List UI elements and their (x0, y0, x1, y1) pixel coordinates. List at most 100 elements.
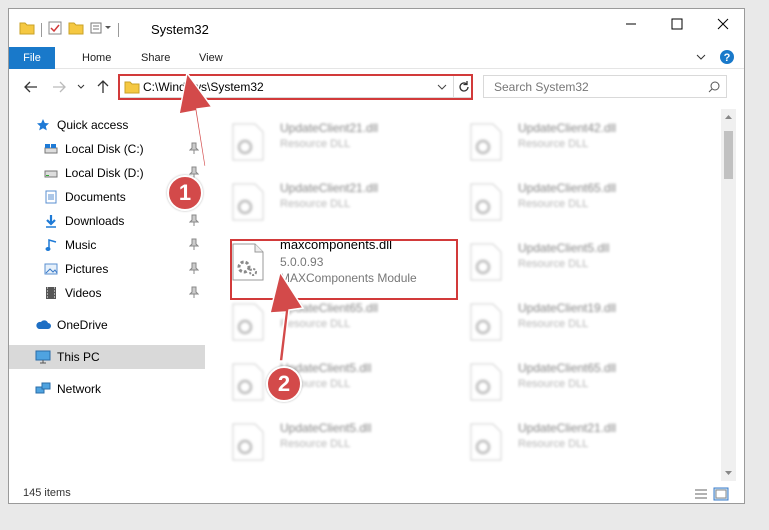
sidebar-item-pictures[interactable]: Pictures (9, 257, 205, 281)
file-name: UpdateClient65.dll (280, 301, 379, 315)
ribbon-tabs: File Home Share View ? (9, 47, 744, 69)
file-description: Resource DLL (518, 258, 589, 270)
sidebar-item-local-disk-c[interactable]: Local Disk (C:) (9, 137, 205, 161)
customize-toolbar-icon[interactable] (90, 21, 112, 40)
large-icons-view-icon[interactable] (713, 487, 729, 501)
chevron-down-icon (77, 84, 85, 89)
tab-home[interactable]: Home (82, 47, 111, 69)
folder-icon[interactable] (19, 21, 35, 40)
search-box[interactable]: Search System32 (483, 75, 727, 98)
file-item[interactable]: UpdateClient19.dll Resource DLL (443, 295, 669, 347)
file-description: Resource DLL (280, 318, 351, 330)
minimize-button[interactable] (608, 9, 654, 39)
pin-icon[interactable] (189, 286, 199, 298)
back-button[interactable] (21, 77, 41, 97)
forward-arrow-icon (53, 81, 66, 93)
drive-icon (43, 165, 59, 181)
file-item[interactable]: UpdateClient65.dll Resource DLL (443, 355, 669, 407)
expand-ribbon-icon[interactable] (695, 50, 707, 68)
search-placeholder: Search System32 (494, 80, 589, 94)
properties-icon[interactable] (48, 21, 62, 40)
minimize-icon (626, 23, 636, 25)
sidebar-item-downloads[interactable]: Downloads (9, 209, 205, 233)
sidebar-item-network[interactable]: Network (9, 377, 205, 401)
title-bar: System32 (9, 9, 744, 47)
sidebar-item-label: OneDrive (57, 318, 108, 332)
file-item[interactable]: UpdateClient21.dll Resource DLL (443, 415, 669, 467)
computer-icon (35, 349, 51, 365)
sidebar-item-videos[interactable]: Videos (9, 281, 205, 305)
sidebar-item-onedrive[interactable]: OneDrive (9, 313, 205, 337)
tab-file[interactable]: File (9, 47, 55, 69)
scroll-up-icon[interactable] (721, 111, 736, 123)
dll-file-icon (470, 123, 502, 161)
pin-icon[interactable] (189, 142, 199, 154)
star-icon (35, 117, 51, 133)
file-description: Resource DLL (280, 438, 351, 450)
file-highlight-box (230, 239, 458, 300)
quick-access-toolbar (19, 21, 119, 39)
dll-file-icon (470, 243, 502, 281)
tab-share[interactable]: Share (141, 47, 170, 69)
documents-icon (43, 189, 59, 205)
navigation-bar: C:\Windows\System32 Search System32 (9, 69, 744, 103)
file-item[interactable]: UpdateClient5.dll Resource DLL (443, 235, 669, 287)
sidebar-item-label: Quick access (57, 118, 129, 132)
pin-icon[interactable] (189, 262, 199, 274)
sidebar-item-label: Videos (65, 286, 102, 300)
file-name: UpdateClient19.dll (518, 301, 617, 315)
up-arrow-icon (97, 80, 109, 93)
file-item[interactable]: UpdateClient21.dll Resource DLL (205, 175, 431, 227)
sidebar-item-quick-access[interactable]: Quick access (9, 113, 205, 137)
sidebar-item-label: Local Disk (C:) (65, 142, 144, 156)
pictures-icon (43, 261, 59, 277)
help-icon[interactable]: ? (719, 49, 735, 70)
vertical-scrollbar[interactable] (721, 109, 736, 481)
download-icon (43, 213, 59, 229)
recent-locations-button[interactable] (75, 77, 87, 97)
file-description: Resource DLL (280, 198, 351, 210)
forward-button[interactable] (49, 77, 69, 97)
file-item[interactable]: UpdateClient21.dll Resource DLL (205, 115, 431, 167)
details-view-icon[interactable] (693, 487, 709, 501)
file-description: Resource DLL (518, 438, 589, 450)
file-name: UpdateClient42.dll (518, 121, 617, 135)
maximize-button[interactable] (654, 9, 700, 39)
scrollbar-thumb[interactable] (724, 131, 733, 179)
file-name: UpdateClient65.dll (518, 361, 617, 375)
dll-file-icon (470, 423, 502, 461)
music-icon (43, 237, 59, 253)
sidebar-item-label: Documents (65, 190, 126, 204)
file-description: Resource DLL (518, 138, 589, 150)
file-item[interactable]: UpdateClient65.dll Resource DLL (205, 295, 431, 347)
sidebar-item-label: Downloads (65, 214, 125, 228)
sidebar-item-label: Pictures (65, 262, 109, 276)
file-description: Resource DLL (280, 138, 351, 150)
file-item[interactable]: UpdateClient5.dll Resource DLL (205, 355, 431, 407)
item-count: 145 items (23, 487, 71, 499)
file-item[interactable]: UpdateClient5.dll Resource DLL (205, 415, 431, 467)
dll-file-icon (232, 123, 264, 161)
file-item[interactable]: UpdateClient42.dll Resource DLL (443, 115, 669, 167)
step-badge-1: 1 (167, 175, 203, 211)
sidebar-item-this-pc[interactable]: This PC (9, 345, 205, 369)
new-folder-icon[interactable] (68, 21, 84, 40)
close-button[interactable] (700, 9, 744, 39)
file-item[interactable]: UpdateClient65.dll Resource DLL (443, 175, 669, 227)
up-button[interactable] (93, 77, 113, 97)
file-list: UpdateClient21.dll Resource DLL UpdateCl… (205, 109, 720, 481)
toolbar-divider (41, 23, 42, 37)
sidebar-item-label: Network (57, 382, 102, 396)
dll-file-icon (232, 423, 264, 461)
sidebar-item-music[interactable]: Music (9, 233, 205, 257)
pin-icon[interactable] (189, 238, 199, 250)
toolbar-divider (118, 23, 119, 37)
file-name: UpdateClient21.dll (280, 121, 379, 135)
videos-icon (43, 285, 59, 301)
navigation-pane: Quick access Local Disk (C:) Local Disk … (9, 109, 205, 481)
svg-text:?: ? (724, 52, 731, 64)
pin-icon[interactable] (189, 214, 199, 226)
scroll-down-icon[interactable] (721, 467, 736, 479)
tab-view[interactable]: View (199, 47, 223, 69)
status-bar: 145 items (9, 483, 744, 503)
